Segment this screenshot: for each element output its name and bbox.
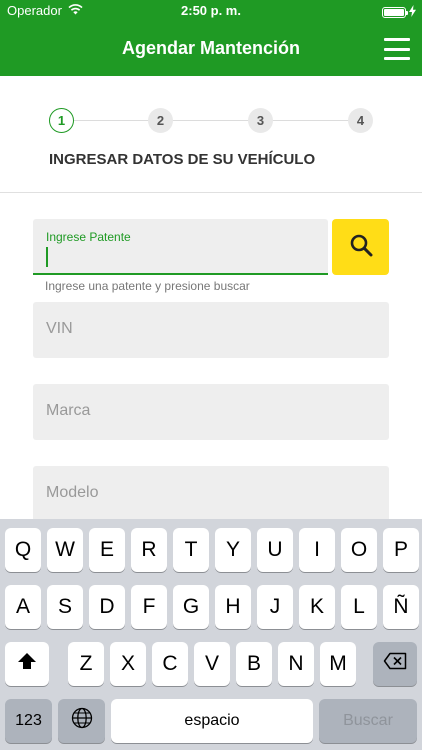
shift-icon — [17, 652, 37, 676]
key-p[interactable]: P — [383, 528, 419, 572]
text-caret — [46, 247, 48, 267]
keyboard-row-2: ASDFGHJKLÑ — [0, 585, 422, 629]
key-v[interactable]: V — [194, 642, 230, 686]
backspace-icon — [383, 652, 407, 676]
key-d[interactable]: D — [89, 585, 125, 629]
app-header: Operador 2:50 p. m. Agendar Mantención — [0, 0, 422, 76]
globe-key[interactable] — [58, 699, 105, 743]
key-i[interactable]: I — [299, 528, 335, 572]
charging-bolt-icon — [409, 5, 416, 20]
patente-label: Ingrese Patente — [46, 230, 131, 244]
status-right-group — [382, 5, 416, 20]
globe-icon — [71, 707, 93, 735]
key-s[interactable]: S — [47, 585, 83, 629]
step-4[interactable]: 4 — [348, 108, 373, 133]
search-button[interactable] — [332, 219, 389, 275]
marca-field[interactable]: Marca — [33, 384, 389, 440]
marca-placeholder: Marca — [46, 402, 91, 419]
keyboard-row-4: 123 espacio Buscar — [0, 699, 422, 743]
section-divider — [0, 192, 422, 193]
key-u[interactable]: U — [257, 528, 293, 572]
patente-input[interactable]: Ingrese Patente — [33, 219, 328, 275]
onscreen-keyboard: QWERTYUIOP ASDFGHJKLÑ ZXCVBNM 123 espaci… — [0, 519, 422, 750]
numbers-key[interactable]: 123 — [5, 699, 52, 743]
step-2[interactable]: 2 — [148, 108, 173, 133]
vin-field[interactable]: VIN — [33, 302, 389, 358]
vin-placeholder: VIN — [46, 320, 73, 337]
key-y[interactable]: Y — [215, 528, 251, 572]
key-x[interactable]: X — [110, 642, 146, 686]
nav-bar: Agendar Mantención — [0, 22, 422, 76]
shift-key[interactable] — [5, 642, 49, 686]
key-t[interactable]: T — [173, 528, 209, 572]
step-1[interactable]: 1 — [49, 108, 74, 133]
hamburger-menu-icon[interactable] — [384, 38, 410, 60]
stepper: 1 2 3 4 — [49, 108, 373, 133]
key-n[interactable]: N — [278, 642, 314, 686]
key-f[interactable]: F — [131, 585, 167, 629]
key-e[interactable]: E — [89, 528, 125, 572]
key-k[interactable]: K — [299, 585, 335, 629]
step-3[interactable]: 3 — [248, 108, 273, 133]
key-c[interactable]: C — [152, 642, 188, 686]
key-r[interactable]: R — [131, 528, 167, 572]
step-title: INGRESAR DATOS DE SU VEHÍCULO — [49, 151, 316, 168]
status-time: 2:50 p. m. — [181, 3, 241, 18]
status-bar: Operador 2:50 p. m. — [0, 0, 422, 22]
key-g[interactable]: G — [173, 585, 209, 629]
key-z[interactable]: Z — [68, 642, 104, 686]
key-o[interactable]: O — [341, 528, 377, 572]
key-j[interactable]: J — [257, 585, 293, 629]
key-b[interactable]: B — [236, 642, 272, 686]
key-m[interactable]: M — [320, 642, 356, 686]
modelo-field[interactable]: Modelo — [33, 466, 389, 522]
search-icon — [349, 233, 373, 262]
key-ñ[interactable]: Ñ — [383, 585, 419, 629]
modelo-placeholder: Modelo — [46, 484, 99, 501]
key-a[interactable]: A — [5, 585, 41, 629]
space-key[interactable]: espacio — [111, 699, 313, 743]
key-q[interactable]: Q — [5, 528, 41, 572]
keyboard-row-3: ZXCVBNM — [0, 642, 422, 686]
backspace-key[interactable] — [373, 642, 417, 686]
patente-helper-text: Ingrese una patente y presione buscar — [45, 279, 250, 293]
stepper-line — [61, 120, 361, 121]
key-l[interactable]: L — [341, 585, 377, 629]
page-title: Agendar Mantención — [121, 38, 300, 58]
keyboard-row-1: QWERTYUIOP — [0, 528, 422, 572]
battery-icon — [382, 7, 408, 18]
key-w[interactable]: W — [47, 528, 83, 572]
search-key[interactable]: Buscar — [319, 699, 417, 743]
key-h[interactable]: H — [215, 585, 251, 629]
